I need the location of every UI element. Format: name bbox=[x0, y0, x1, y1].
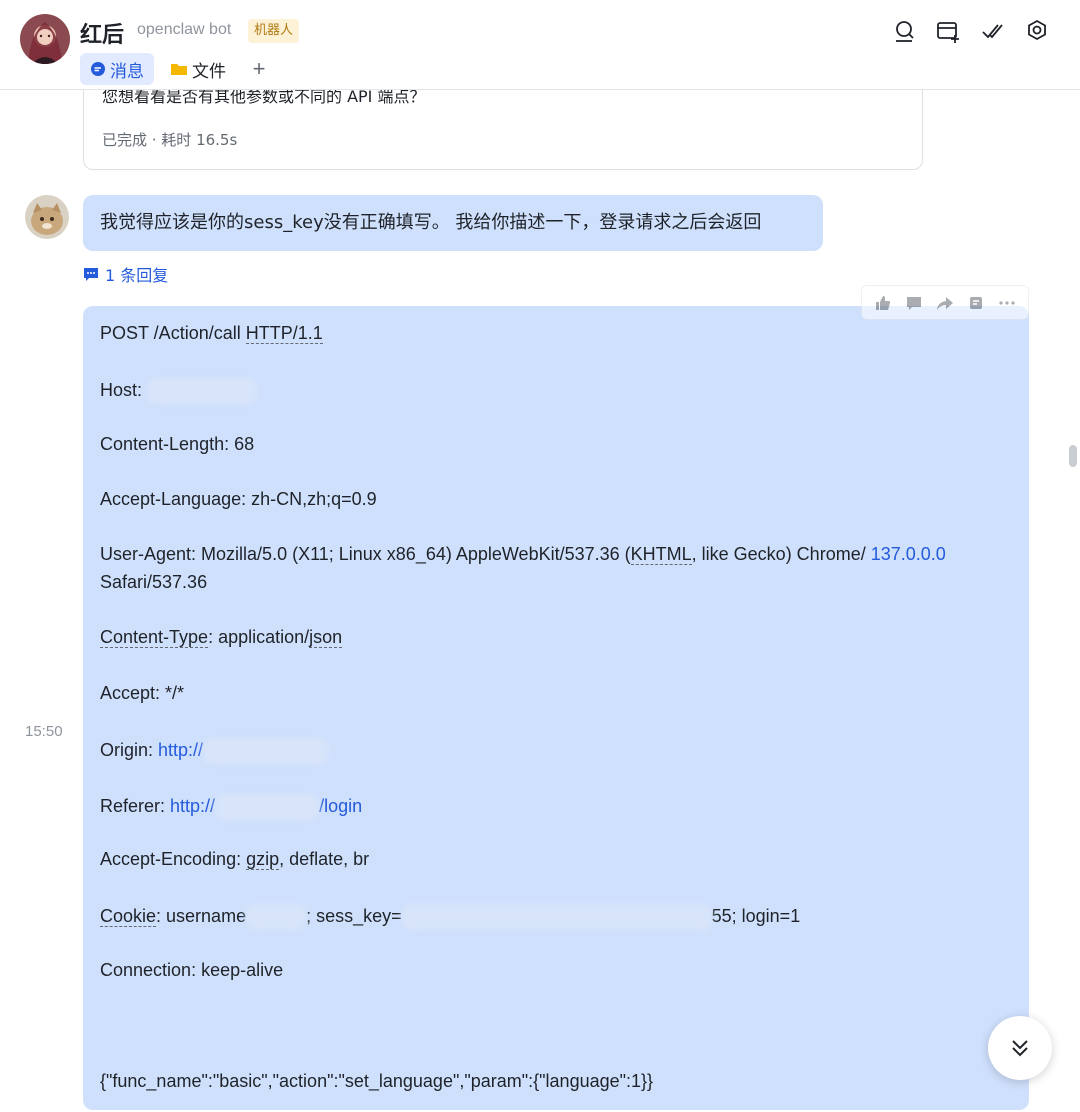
accept-header: Accept: */* bbox=[100, 683, 185, 703]
add-tab-button[interactable]: + bbox=[246, 56, 272, 82]
origin-link[interactable]: http:// bbox=[158, 740, 203, 760]
redacted-origin bbox=[203, 738, 329, 764]
chat-bubble-icon bbox=[90, 61, 106, 77]
request-line: POST /Action/call HTTP/1.1 bbox=[100, 323, 323, 344]
tab-messages[interactable]: 消息 bbox=[80, 53, 154, 85]
user-message-bubble[interactable]: 我觉得应该是你的sess_key没有正确填写。 我给你描述一下，登录请求之后会返… bbox=[83, 195, 823, 251]
user-agent-safari: Safari/537.36 bbox=[100, 572, 208, 592]
chat-tabs: 消息 文件 + bbox=[80, 53, 272, 85]
search-person-icon[interactable] bbox=[891, 18, 917, 44]
chat-subtitle: openclaw bot bbox=[137, 21, 232, 38]
http-version: HTTP/1.1 bbox=[245, 323, 323, 344]
cookie-header: Cookie: username; sess_key= 55; login=1 bbox=[100, 904, 800, 930]
user-agent-header: User-Agent: Mozilla/5.0 (X11; Linux x86_… bbox=[100, 544, 946, 565]
redacted-sess-key bbox=[401, 904, 712, 930]
chevron-double-down-icon bbox=[1012, 1040, 1028, 1057]
tab-files[interactable]: 文件 bbox=[160, 53, 236, 85]
origin-header: Origin: http:// bbox=[100, 738, 329, 764]
folder-icon bbox=[170, 61, 188, 77]
bot-avatar[interactable] bbox=[20, 14, 70, 64]
request-message-bubble[interactable]: POST /Action/call HTTP/1.1 Host: Content… bbox=[83, 306, 1029, 1110]
comment-icon[interactable] bbox=[903, 292, 925, 314]
double-check-icon[interactable] bbox=[980, 18, 1006, 44]
host-header: Host: bbox=[100, 378, 258, 404]
tab-label: 文件 bbox=[192, 61, 226, 82]
chrome-version-link[interactable]: 137.0.0.0 bbox=[871, 544, 946, 564]
content-type-header: Content-Type: application/json bbox=[100, 627, 343, 648]
reply-count: 1 条回复 bbox=[105, 266, 169, 285]
thumbs-up-icon[interactable] bbox=[872, 292, 894, 314]
scroll-to-bottom-button[interactable] bbox=[988, 1016, 1052, 1080]
scrollbar-thumb[interactable] bbox=[1069, 445, 1077, 467]
more-icon[interactable] bbox=[996, 292, 1018, 314]
referer-header: Referer: http:///login bbox=[100, 794, 362, 820]
ding-icon[interactable] bbox=[965, 292, 987, 314]
connection-header: Connection: keep-alive bbox=[100, 960, 284, 980]
tab-label: 消息 bbox=[110, 61, 144, 82]
forward-icon[interactable] bbox=[934, 292, 956, 314]
redacted-username bbox=[246, 904, 307, 930]
chat-title: 红后 bbox=[80, 23, 125, 48]
content-length-header: Content-Length: 68 bbox=[100, 434, 255, 454]
redacted-referer bbox=[215, 794, 320, 820]
request-body: {"func_name":"basic","action":"set_langu… bbox=[100, 1071, 654, 1091]
referer-link[interactable]: http:// bbox=[170, 796, 215, 816]
settings-gear-icon[interactable] bbox=[1024, 18, 1050, 44]
message-action-bar bbox=[861, 285, 1029, 320]
add-window-icon[interactable] bbox=[935, 18, 961, 44]
user-avatar[interactable] bbox=[25, 195, 69, 239]
reply-icon bbox=[84, 268, 98, 281]
bot-badge: 机器人 bbox=[248, 19, 300, 43]
bot-reply-status: 已完成 · 耗时 16.5s bbox=[102, 131, 238, 149]
chat-header: 红后 openclaw bot 机器人 消息 文件 + bbox=[0, 0, 1080, 90]
accept-encoding-header: Accept-Encoding: gzip, deflate, br bbox=[100, 849, 370, 870]
redacted-host bbox=[147, 378, 258, 404]
thread-reply-link[interactable]: 1 条回复 bbox=[83, 263, 168, 285]
accept-language-header: Accept-Language: zh-CN,zh;q=0.9 bbox=[100, 489, 377, 509]
message-timestamp: 15:50 bbox=[25, 723, 63, 740]
